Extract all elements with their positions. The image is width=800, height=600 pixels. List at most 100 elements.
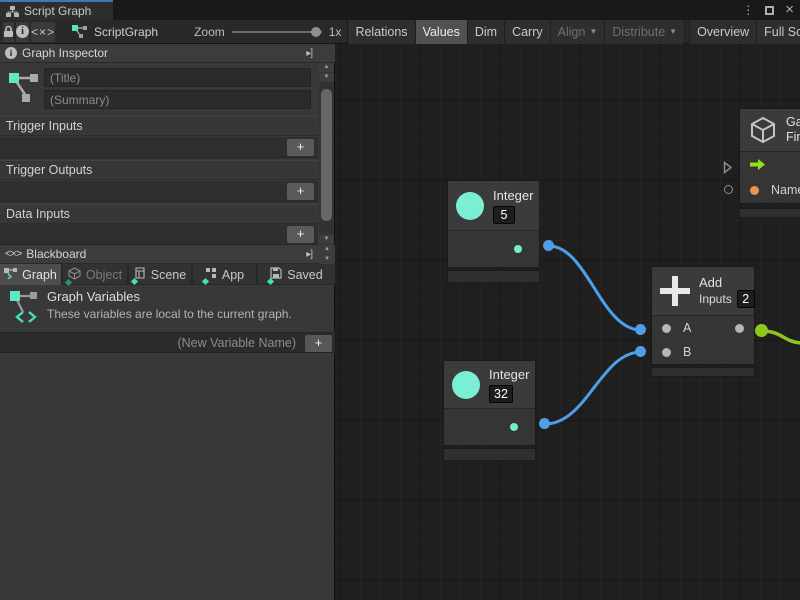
blackboard-icon: <×> [5,248,21,260]
zoom-value: 1x [329,25,342,39]
new-variable-input[interactable] [0,333,300,352]
scroll-up-icon[interactable]: ▲ [320,245,334,254]
new-variable-row: + [0,332,335,353]
graph-toolbar: i <×> ScriptGraph Zoom 1x Relations Valu… [0,20,800,44]
angle-x-icon: <×> [31,25,55,39]
tab-scene[interactable]: Scene [129,264,193,285]
integer-type-icon [452,371,480,399]
input-port-a[interactable] [662,324,671,333]
node-gameobject-find[interactable]: GameObject Find Name [739,108,800,204]
data-inputs-list: + [0,224,318,245]
scroll-down-icon[interactable]: ▼ [319,235,334,244]
scroll-down-icon[interactable]: ▼ [320,255,334,264]
add-variable-button[interactable]: + [305,335,332,352]
wire-endpoint[interactable] [635,324,646,335]
window-tab-label: Script Graph [24,4,91,18]
wire-endpoint[interactable] [755,324,768,337]
close-icon[interactable]: × [785,1,794,19]
trigger-inputs-list: + [0,137,318,158]
dock-panel-icon[interactable]: ▸] [306,48,312,59]
variables-toggle-button[interactable]: <×> [31,22,55,42]
integer-value-field[interactable]: 32 [489,385,513,403]
graph-summary-input[interactable] [44,90,311,109]
lock-icon [3,25,14,38]
node-title: Integer [489,367,529,382]
wire-integer32-to-b[interactable] [545,352,641,424]
wire-endpoint[interactable] [539,418,550,429]
blackboard-title: Blackboard [26,247,86,261]
graph-canvas[interactable]: Integer 5 Integer 32 Add In [335,44,800,600]
zoom-slider[interactable] [232,31,322,33]
zoom-label: Zoom [194,25,225,39]
name-input-port[interactable] [750,186,759,195]
node-title: Integer [493,188,533,203]
values-button[interactable]: Values [416,20,468,44]
trigger-port-outline-icon[interactable] [723,161,733,174]
dim-button[interactable]: Dim [468,20,505,44]
add-trigger-output-button[interactable]: + [287,183,314,200]
inputs-label: Inputs [699,292,732,306]
node-integer-5[interactable]: Integer 5 [447,180,540,268]
chevron-down-icon: ▼ [589,27,597,36]
graph-variables-description: These variables are local to the current… [47,307,292,321]
node-integer-32[interactable]: Integer 32 [443,360,536,446]
gameobject-cube-icon [748,115,778,145]
node-header: Add Inputs 2 [652,267,754,316]
trigger-arrow-icon[interactable] [750,159,766,170]
wire-integer5-to-a[interactable] [549,246,641,330]
wire-add-output[interactable] [762,331,800,343]
node-header: Integer 32 [444,361,535,409]
node-header: Integer 5 [448,181,539,231]
scrollbar-thumb[interactable] [321,89,332,221]
scroll-down-icon[interactable]: ▼ [319,73,334,82]
tab-object[interactable]: Object [63,264,129,285]
trigger-outputs-list: + [0,181,318,202]
info-button[interactable]: i [16,22,29,42]
node-body [444,409,535,445]
node-footer [651,367,755,377]
info-icon: i [5,47,17,59]
add-trigger-input-button[interactable]: + [287,139,314,156]
window-controls: ⋮ × [742,0,794,20]
tab-graph[interactable]: Graph [0,264,63,285]
output-port[interactable] [510,423,518,431]
input-port-b[interactable] [662,348,671,357]
distribute-dropdown[interactable]: Distribute▼ [605,20,685,44]
wire-endpoint[interactable] [635,346,646,357]
tab-saved[interactable]: Saved [258,264,335,285]
graph-inspector-header: i Graph Inspector ▸] [0,44,335,63]
window-tab-script-graph[interactable]: Script Graph [0,0,113,20]
carry-button[interactable]: Carry [505,20,551,44]
graph-selector[interactable]: ScriptGraph [72,25,158,39]
window-menu-icon[interactable]: ⋮ [742,0,754,20]
lock-button[interactable] [3,22,14,42]
tab-app[interactable]: App [193,264,258,285]
node-add[interactable]: Add Inputs 2 A B [651,266,755,365]
node-title: Add [699,275,755,290]
script-graph-icon [72,25,88,38]
integer-type-icon [456,192,484,220]
value-port-outline-icon[interactable] [724,185,733,194]
zoom-slider-knob[interactable] [311,27,321,37]
relations-button[interactable]: Relations [348,20,415,44]
inspector-scrollbar[interactable]: ▲ ▼ ▼ [319,63,334,245]
output-port[interactable] [514,245,522,253]
full-screen-button[interactable]: Full Screen [757,20,800,44]
scene-tab-icon [134,267,146,282]
node-body: Name [740,152,800,203]
node-footer [739,208,800,218]
maximize-icon[interactable] [765,6,774,15]
overview-button[interactable]: Overview [689,20,757,44]
inputs-count-field[interactable]: 2 [737,290,755,308]
graph-title-input[interactable] [44,68,311,87]
add-data-input-button[interactable]: + [287,226,314,243]
integer-value-field[interactable]: 5 [493,206,515,224]
output-port[interactable] [735,324,744,333]
wire-endpoint[interactable] [543,240,554,251]
dock-panel-icon[interactable]: ▸] [306,249,312,260]
node-footer [443,448,536,461]
scroll-up-icon[interactable]: ▲ [319,63,334,72]
align-dropdown[interactable]: Align▼ [551,20,606,44]
node-title: GameObject [786,115,800,130]
section-data-inputs: Data Inputs [0,204,318,224]
